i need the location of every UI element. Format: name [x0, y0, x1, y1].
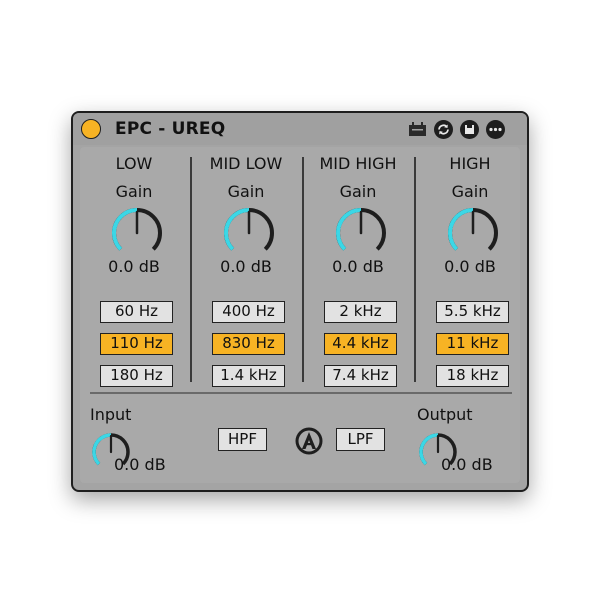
- power-button[interactable]: [81, 119, 101, 139]
- device-title: EPC - UREQ: [115, 119, 226, 139]
- gain-knob-low[interactable]: [109, 205, 165, 261]
- hpf-button[interactable]: HPF: [218, 428, 267, 451]
- gain-knob-mid-high[interactable]: [333, 205, 389, 261]
- gain-label: Gain: [451, 182, 489, 201]
- knob-fill-arc: [224, 208, 250, 251]
- gain-value: 0.0 dB: [220, 257, 272, 276]
- band-mid-high: MID HIGH Gain 0.0 dB 2 kHz 4.4 kHz 7.4 k…: [304, 147, 412, 387]
- output-value: 0.0 dB: [441, 455, 493, 474]
- eq-panel: LOW Gain 0.0 dB 60 Hz 110 Hz 180 Hz MID …: [80, 147, 520, 483]
- gain-knob-mid-low[interactable]: [221, 205, 277, 261]
- device-window: EPC - UREQ LOW Gain 0.0 dB 60 Hz 110 Hz …: [71, 111, 529, 492]
- gain-value: 0.0 dB: [332, 257, 384, 276]
- freq-button-mid-high-3[interactable]: 7.4 kHz: [324, 365, 397, 387]
- band-mid-low: MID LOW Gain 0.0 dB 400 Hz 830 Hz 1.4 kH…: [192, 147, 300, 387]
- output-label: Output: [417, 405, 473, 424]
- gain-value: 0.0 dB: [108, 257, 160, 276]
- device-titlebar: EPC - UREQ: [73, 113, 527, 145]
- more-options-icon[interactable]: [485, 119, 506, 140]
- freq-button-mid-low-1[interactable]: 400 Hz: [212, 301, 285, 323]
- hot-swap-icon[interactable]: [433, 119, 454, 140]
- band-label: MID HIGH: [319, 154, 397, 173]
- freq-button-mid-high-2[interactable]: 4.4 kHz: [324, 333, 397, 355]
- lpf-button[interactable]: LPF: [336, 428, 385, 451]
- band-label: HIGH: [449, 154, 491, 173]
- section-divider: [90, 392, 512, 394]
- gain-knob-high[interactable]: [445, 205, 501, 261]
- input-value: 0.0 dB: [114, 455, 166, 474]
- freq-button-mid-low-2[interactable]: 830 Hz: [212, 333, 285, 355]
- freq-button-high-2[interactable]: 11 kHz: [436, 333, 509, 355]
- freq-button-high-1[interactable]: 5.5 kHz: [436, 301, 509, 323]
- gain-value: 0.0 dB: [444, 257, 496, 276]
- save-preset-icon[interactable]: [459, 119, 480, 140]
- input-label: Input: [90, 405, 132, 424]
- knob-fill-arc: [419, 433, 439, 466]
- brand-logo-icon: [295, 427, 323, 455]
- gain-label: Gain: [115, 182, 153, 201]
- knob-fill-arc: [92, 433, 112, 466]
- freq-button-high-3[interactable]: 18 kHz: [436, 365, 509, 387]
- knob-fill-arc: [336, 208, 362, 251]
- knob-fill-arc: [112, 208, 138, 251]
- band-label: LOW: [115, 154, 153, 173]
- freq-button-low-2[interactable]: 110 Hz: [100, 333, 173, 355]
- midi-map-icon[interactable]: [407, 119, 428, 140]
- gain-label: Gain: [227, 182, 265, 201]
- gain-label: Gain: [339, 182, 377, 201]
- freq-button-mid-low-3[interactable]: 1.4 kHz: [212, 365, 285, 387]
- band-label: MID LOW: [209, 154, 283, 173]
- freq-button-low-1[interactable]: 60 Hz: [100, 301, 173, 323]
- knob-fill-arc: [448, 208, 474, 251]
- freq-button-mid-high-1[interactable]: 2 kHz: [324, 301, 397, 323]
- band-high: HIGH Gain 0.0 dB 5.5 kHz 11 kHz 18 kHz: [416, 147, 524, 387]
- band-low: LOW Gain 0.0 dB 60 Hz 110 Hz 180 Hz: [80, 147, 188, 387]
- freq-button-low-3[interactable]: 180 Hz: [100, 365, 173, 387]
